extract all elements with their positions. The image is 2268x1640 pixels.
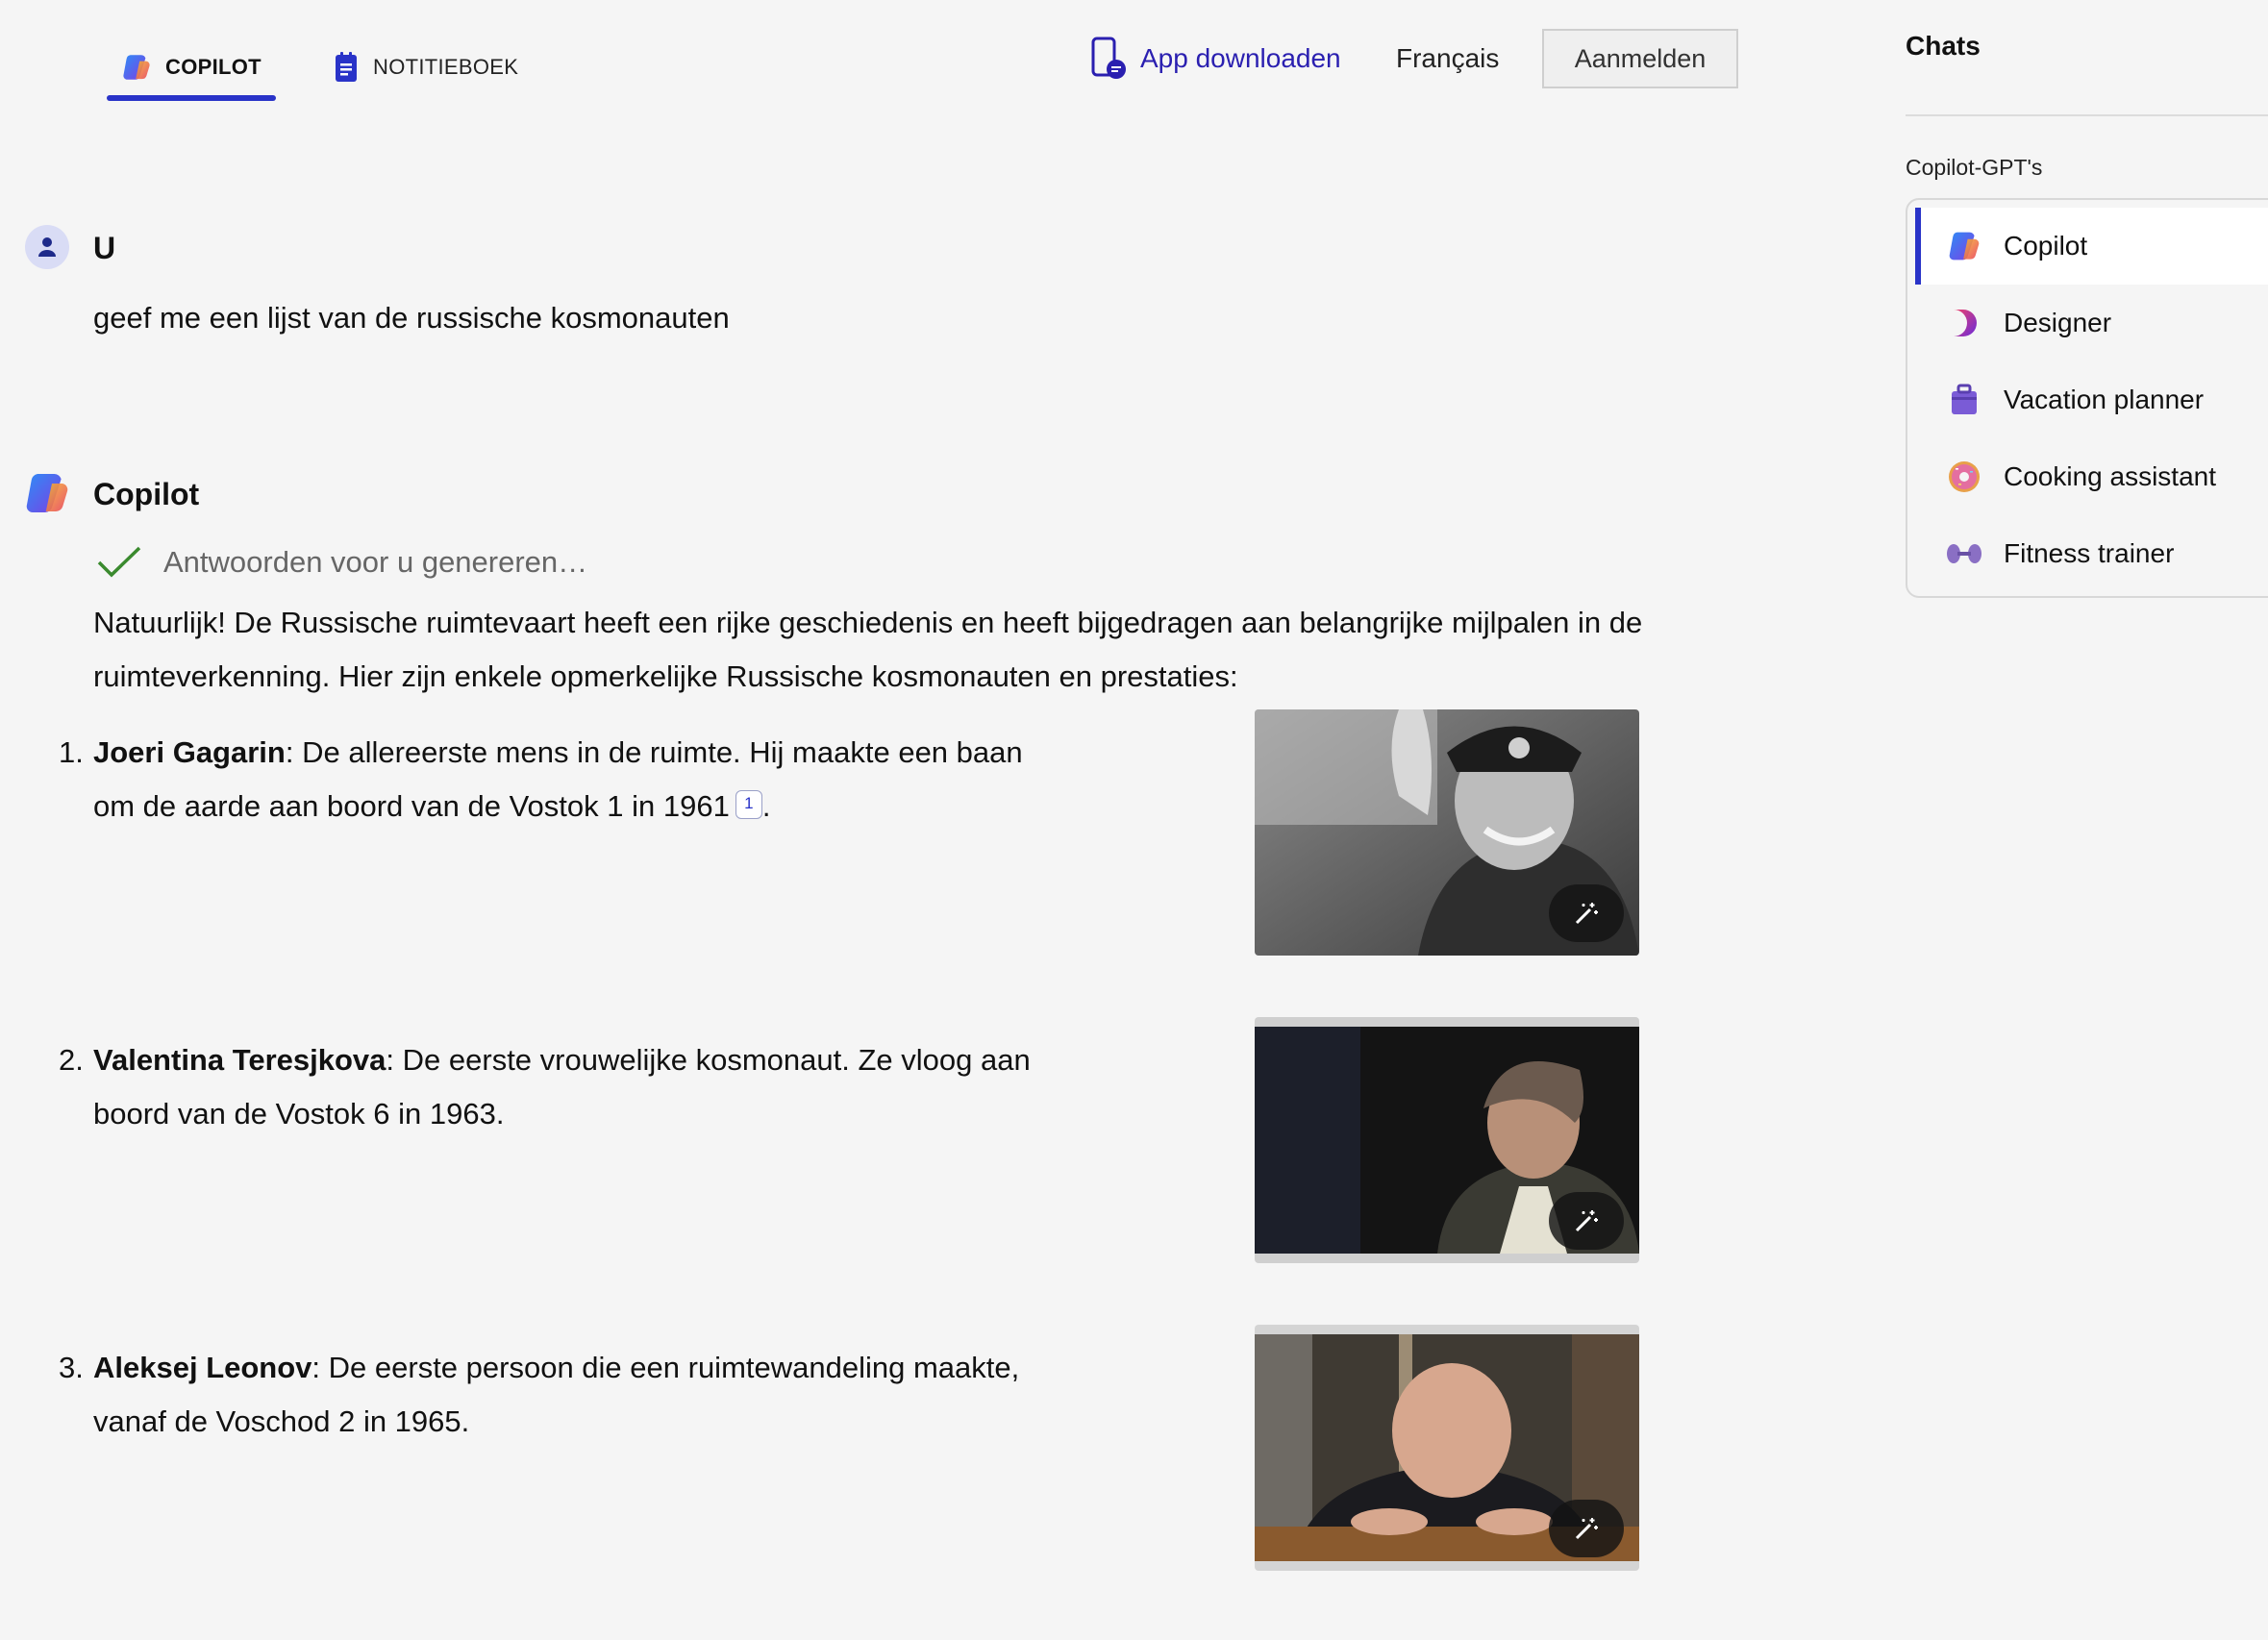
- app-download-label: App downloaden: [1140, 43, 1341, 73]
- cosmonaut-photo[interactable]: [1255, 709, 1639, 956]
- cosmonaut-name: Valentina Teresjkova: [93, 1043, 386, 1077]
- list-item: 3. Aleksej Leonov: De eerste persoon die…: [59, 1341, 1055, 1449]
- sentence-end: .: [761, 789, 771, 823]
- tab-notebook-label: NOTITIEBOEK: [373, 55, 519, 79]
- list-item: 1. Joeri Gagarin: De allereerste mens in…: [59, 726, 1055, 833]
- user-name: U: [93, 231, 116, 265]
- copilot-avatar-icon: [26, 474, 68, 513]
- checkmark-icon: [97, 546, 141, 578]
- gpt-item-label: Cooking assistant: [2004, 461, 2217, 491]
- designer-icon: [1946, 305, 1982, 341]
- cosmonaut-photo[interactable]: [1255, 1325, 1639, 1571]
- language-switch[interactable]: Français: [1396, 27, 1499, 90]
- chats-sidebar: Chats Copilot-GPT's Copilot Designer Vac…: [1856, 0, 2268, 1640]
- notebook-icon: [336, 52, 357, 82]
- tab-notebook[interactable]: NOTITIEBOEK: [335, 37, 518, 98]
- gpt-item-label: Vacation planner: [2004, 385, 2205, 414]
- assistant-name: Copilot: [93, 477, 200, 511]
- active-tab-indicator: [107, 95, 276, 101]
- generation-status-text: Antwoorden voor u genereren…: [163, 545, 588, 579]
- gpt-list: Copilot Designer Vacation planner Cookin…: [1906, 198, 2268, 598]
- list-item-number: 2.: [59, 1043, 84, 1077]
- assistant-intro-text: Natuurlijk! De Russische ruimtevaart hee…: [93, 606, 1643, 693]
- sidebar-divider: [1906, 114, 2268, 116]
- menu-icon[interactable]: [1777, 42, 1817, 75]
- gpt-item-label: Fitness trainer: [2004, 538, 2175, 568]
- phone-icon: [1091, 37, 1126, 79]
- citation-badge[interactable]: 1: [735, 790, 762, 819]
- gpt-item-label: Designer: [2004, 308, 2112, 337]
- gpt-item-fitness-trainer[interactable]: Fitness trainer: [1915, 515, 2268, 592]
- donut-icon: [1946, 459, 1982, 495]
- sign-in-button[interactable]: Aanmelden: [1542, 29, 1738, 88]
- gpt-item-designer[interactable]: Designer: [1915, 285, 2268, 361]
- user-message-text: geef me een lijst van de russische kosmo…: [93, 301, 730, 335]
- list-item-number: 3.: [59, 1351, 84, 1384]
- magic-wand-icon: [1575, 1518, 1598, 1540]
- magic-wand-icon: [1575, 1210, 1598, 1232]
- list-item-number: 1.: [59, 735, 84, 769]
- gpt-item-vacation-planner[interactable]: Vacation planner: [1915, 361, 2268, 438]
- app-download-link[interactable]: App downloaden: [1090, 27, 1341, 90]
- dumbbell-icon: [1946, 535, 1982, 572]
- generation-status: Antwoorden voor u genereren…: [96, 545, 587, 580]
- edit-image-button[interactable]: [1549, 1500, 1624, 1557]
- cosmonaut-name: Joeri Gagarin: [93, 735, 286, 769]
- gpt-section-label: Copilot-GPT's: [1906, 155, 2043, 180]
- top-navigation: COPILOT NOTITIEBOEK App downloaden Franç…: [0, 0, 1856, 115]
- tab-copilot[interactable]: COPILOT: [121, 37, 262, 98]
- cosmonaut-photo[interactable]: [1255, 1017, 1639, 1263]
- edit-image-button[interactable]: [1549, 1192, 1624, 1250]
- copilot-logo-icon: [123, 55, 150, 80]
- gpt-item-cooking-assistant[interactable]: Cooking assistant: [1915, 438, 2268, 515]
- gpt-item-label: Copilot: [2004, 231, 2088, 261]
- suitcase-icon: [1946, 382, 1982, 418]
- sidebar-title: Chats: [1906, 31, 1981, 61]
- edit-image-button[interactable]: [1549, 884, 1624, 942]
- magic-wand-icon: [1575, 903, 1598, 925]
- person-icon: [38, 237, 56, 257]
- gpt-item-copilot[interactable]: Copilot: [1915, 208, 2268, 285]
- copilot-icon: [1946, 228, 1982, 264]
- cosmonaut-name: Aleksej Leonov: [93, 1351, 312, 1384]
- user-avatar: [25, 225, 69, 269]
- list-item: 2. Valentina Teresjkova: De eerste vrouw…: [59, 1033, 1055, 1141]
- tab-copilot-label: COPILOT: [165, 55, 262, 79]
